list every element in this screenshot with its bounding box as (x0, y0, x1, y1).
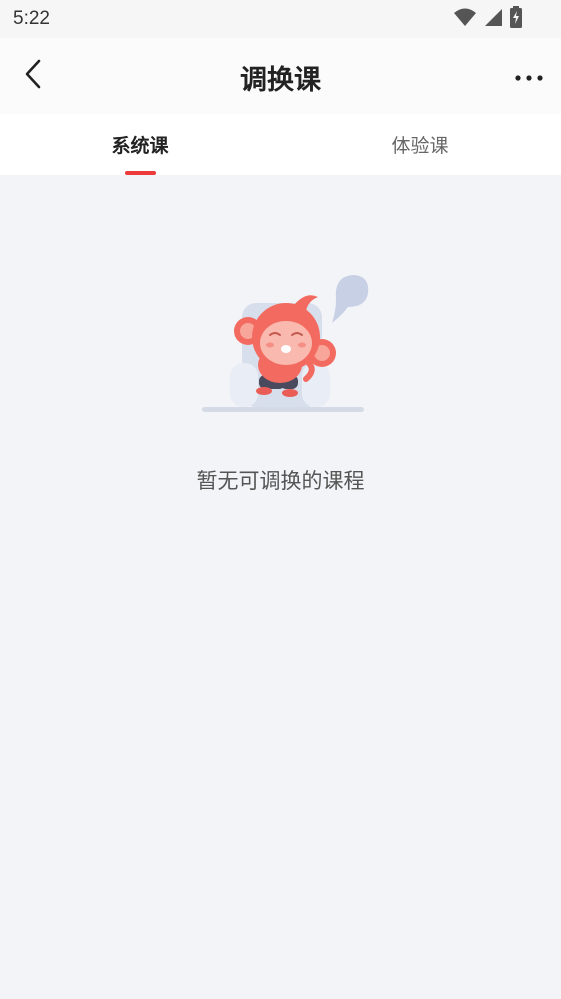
wifi-icon (453, 7, 477, 31)
status-time: 5:22 (13, 8, 50, 29)
sleeping-monkey-illustration (196, 271, 374, 423)
status-bar: 5:22 (0, 0, 561, 38)
tab-system-course[interactable]: 系统课 (0, 114, 280, 175)
empty-state: 暂无可调换的课程 (0, 175, 561, 999)
tab-label: 系统课 (111, 135, 169, 157)
more-button[interactable] (509, 60, 549, 92)
page-title: 调换课 (240, 65, 321, 96)
cellular-signal-icon (483, 7, 503, 31)
tab-bar: 系统课 体验课 (0, 114, 561, 175)
more-horizontal-icon (514, 67, 544, 86)
empty-state-message: 暂无可调换的课程 (196, 469, 365, 493)
tab-label: 体验课 (391, 135, 449, 157)
header: 调换课 (0, 38, 561, 114)
status-icons (453, 6, 523, 32)
battery-charging-icon (509, 6, 523, 32)
tab-trial-course[interactable]: 体验课 (280, 114, 560, 175)
